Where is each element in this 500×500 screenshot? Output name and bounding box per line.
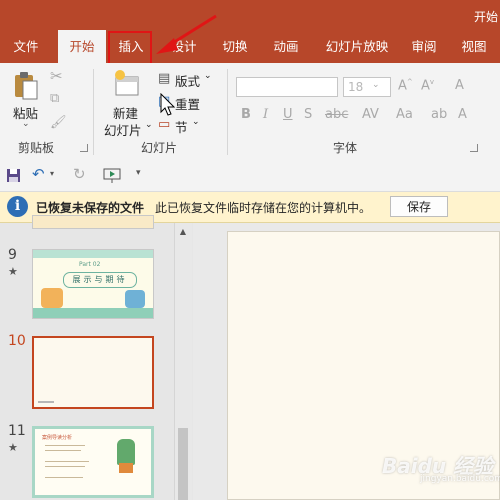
thumb-title-text: 展示与期待 [63,272,137,288]
section-icon[interactable]: ▭ [158,117,170,132]
format-painter-icon[interactable]: 🖌 [50,115,67,130]
reset-button[interactable]: 重置 [175,94,200,113]
layout-dropdown-icon[interactable]: ⌄ [204,71,212,81]
slide-animation-star-icon: ★ [8,265,18,278]
decrease-font-icon[interactable]: Av [421,78,434,93]
font-color-icon[interactable]: A [458,107,467,122]
present-from-start-icon[interactable] [103,168,121,184]
thumb-illustration [41,288,63,308]
character-spacing-icon[interactable]: AV [362,107,379,122]
ribbon-separator [93,69,94,155]
undo-dropdown-icon[interactable]: ▾ [50,169,54,178]
info-bar-message: 此已恢复文件临时存储在您的计算机中。 [155,201,372,215]
save-button[interactable]: 保存 [390,196,448,217]
font-group-label: 字体 [333,141,358,155]
title-bar: 开始 [0,0,500,30]
slide-number-10: 10 [8,333,26,349]
mouse-cursor-icon [160,93,176,116]
slide-number-11: 11 [8,423,26,439]
italic-icon[interactable]: I [263,107,268,122]
tab-review[interactable]: 审阅 [404,30,444,63]
tab-slide-show[interactable]: 幻灯片放映 [318,30,396,63]
baidu-watermark-url: jingyan.baidu.com [420,474,500,484]
save-icon[interactable] [6,168,21,183]
font-launcher-icon[interactable] [470,144,478,152]
slide-thumbnail-8[interactable] [32,215,154,229]
highlight-icon[interactable]: ab [431,107,447,122]
thumb-part-label: Part 02 [79,261,101,268]
info-icon: i [7,196,28,217]
underline-icon[interactable]: U [283,107,293,122]
thumbnails-scrollbar[interactable]: ▲ [174,223,192,500]
ribbon-tab-bar: 文件 开始 插入 设计 切换 动画 幻灯片放映 审阅 视图 [0,30,500,63]
customize-qat-icon[interactable]: ▾ [136,168,141,178]
slide-thumbnail-11[interactable]: 案例导读分析 [32,426,154,498]
paste-dropdown-chevron-icon[interactable]: ⌄ [22,119,30,129]
tab-view[interactable]: 视图 [454,30,494,63]
change-case-icon[interactable]: Aa [396,107,413,122]
slide-animation-star-icon: ★ [8,441,18,454]
new-slide-button[interactable]: 幻灯片 [104,120,142,139]
info-bar-title: 已恢复未保存的文件 [36,201,145,215]
layout-button[interactable]: 版式 [175,71,200,90]
clipboard-group-label: 剪贴板 [18,141,55,155]
scroll-up-arrow-icon[interactable]: ▲ [175,225,191,239]
copy-icon[interactable]: ⧉ [50,91,59,106]
section-dropdown-icon[interactable]: ⌄ [192,117,200,127]
slide-thumbnail-10-selected[interactable] [32,336,154,409]
ribbon: 粘贴 ⌄ ✂ ⧉ 🖌 剪贴板 新建 幻灯片 ⌄ ▤ 版式 ⌄ ▣ 重置 ▭ 节 … [0,63,500,161]
thumb-pot-illustration [119,463,133,473]
paste-icon[interactable] [12,71,40,101]
red-arrow-icon [156,14,217,54]
section-button[interactable]: 节 [175,117,188,136]
font-size-combo[interactable]: 18 [343,77,391,97]
new-slide-dropdown-icon[interactable]: ⌄ [145,120,153,130]
thumb-title-text: 案例导读分析 [42,435,73,441]
clear-formatting-icon[interactable]: A [455,78,464,93]
increase-font-icon[interactable]: A^ [398,78,413,93]
slide-thumbnails-pane: 9 ★ Part 02 展示与期待 10 11 ★ 案例导读分析 [0,215,192,500]
slide-thumbnail-9[interactable]: Part 02 展示与期待 [32,249,154,319]
scrollbar-thumb[interactable] [178,428,188,500]
ribbon-separator [227,69,228,155]
bold-icon[interactable]: B [241,107,251,122]
font-size-dropdown-icon[interactable]: ⌄ [372,80,380,90]
tab-home[interactable]: 开始 [58,30,106,63]
clipboard-launcher-icon[interactable] [80,144,88,152]
tab-animations[interactable]: 动画 [266,30,306,63]
quick-access-toolbar: ↶ ▾ ↻ ▾ [0,160,500,192]
slide-number-9: 9 [8,247,17,263]
font-size-value: 18 [348,80,364,94]
strikethrough-icon[interactable]: abc [325,107,348,122]
thumb-illustration [125,290,145,308]
undo-icon[interactable]: ↶ [32,165,45,183]
redo-icon[interactable]: ↻ [73,165,86,183]
thumb-plant-illustration [117,439,135,465]
window-title: 开始 [473,10,498,24]
layout-icon[interactable]: ▤ [158,71,170,86]
slides-group-label: 幻灯片 [141,141,178,155]
new-slide-icon[interactable] [112,69,142,99]
shadow-icon[interactable]: S [304,107,312,122]
insert-tab-highlight-box [108,31,152,65]
cut-icon[interactable]: ✂ [50,67,63,85]
font-name-combo[interactable] [236,77,338,97]
tab-file[interactable]: 文件 [8,30,44,63]
